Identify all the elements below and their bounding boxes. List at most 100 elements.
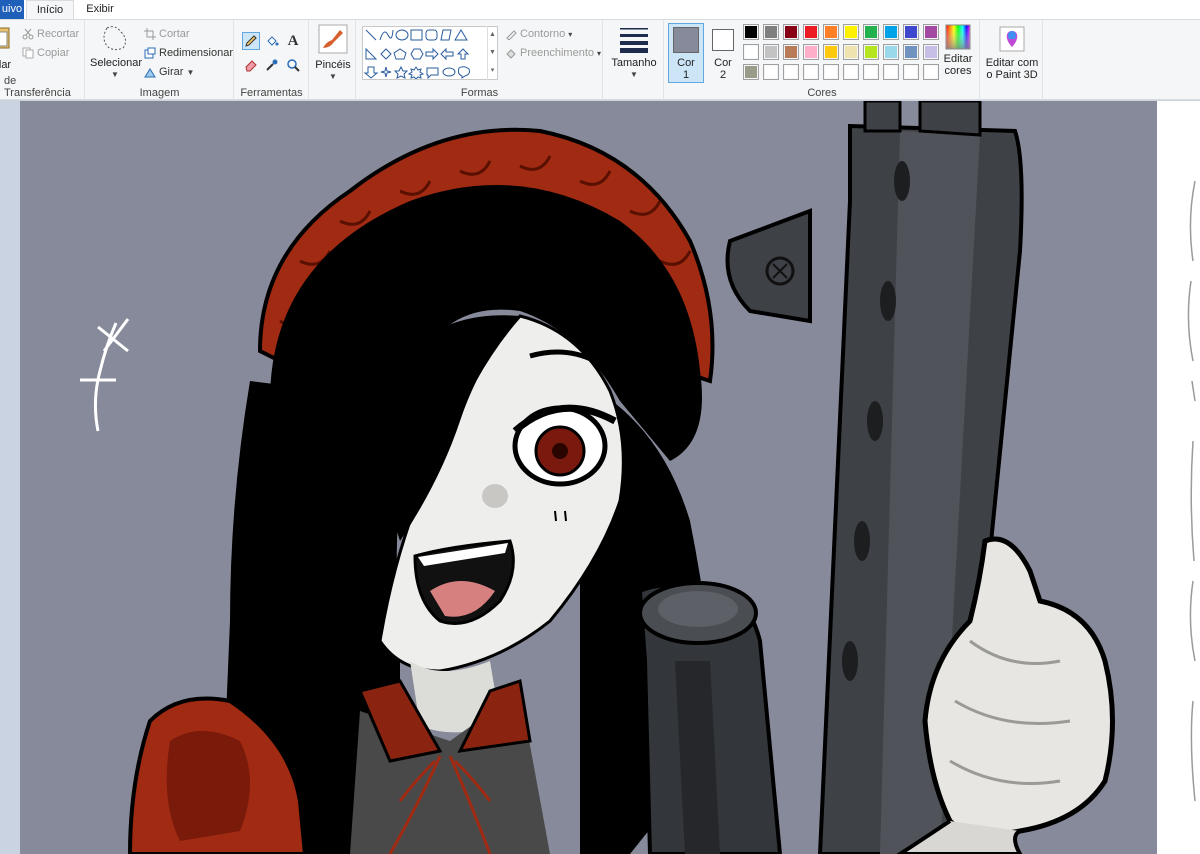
line-size-icon: [620, 28, 648, 53]
paste-button[interactable]: lar: [0, 26, 14, 71]
pencil-tool-icon[interactable]: [242, 32, 260, 50]
brushes-label: Pincéis: [315, 59, 351, 71]
palette-swatch-color: [845, 66, 857, 78]
palette-swatch-color: [765, 66, 777, 78]
palette-swatch[interactable]: [783, 44, 799, 60]
palette-swatch[interactable]: [923, 44, 939, 60]
palette-swatch-color: [885, 26, 897, 38]
palette-swatch[interactable]: [743, 44, 759, 60]
palette-swatch[interactable]: [743, 24, 759, 40]
color2-label: Cor: [714, 57, 732, 69]
brushes-group: Pincéis ▼: [310, 20, 356, 100]
palette-swatch[interactable]: [803, 24, 819, 40]
cut-button[interactable]: Recortar: [22, 28, 79, 40]
palette-swatch[interactable]: [923, 24, 939, 40]
palette-swatch[interactable]: [863, 24, 879, 40]
crop-button[interactable]: Cortar: [144, 28, 190, 40]
palette-swatch-color: [805, 46, 817, 58]
secondary-canvas-edge: [1157, 101, 1200, 854]
palette-swatch[interactable]: [803, 44, 819, 60]
brushes-button[interactable]: Pincéis ▼: [314, 24, 352, 83]
palette-swatch-color: [785, 26, 797, 38]
color-picker-icon[interactable]: [263, 56, 281, 74]
size-group: Tamanho ▼: [604, 20, 664, 100]
edit-paint3d-button[interactable]: Editar com o Paint 3D: [983, 26, 1041, 81]
palette-swatch[interactable]: [903, 24, 919, 40]
fill-dropdown-icon[interactable]: ▾: [597, 49, 601, 58]
resize-button[interactable]: Redimensionar: [144, 47, 233, 59]
size-button[interactable]: Tamanho ▼: [610, 26, 658, 81]
tab-view[interactable]: Exibir: [78, 0, 122, 19]
palette-swatch[interactable]: [823, 44, 839, 60]
palette-swatch[interactable]: [883, 24, 899, 40]
palette-swatch[interactable]: [783, 24, 799, 40]
color2-button[interactable]: Cor 2: [707, 23, 739, 83]
palette-swatch[interactable]: [763, 64, 779, 80]
palette-swatch[interactable]: [863, 44, 879, 60]
palette-swatch-color: [745, 66, 757, 78]
palette-swatch[interactable]: [903, 64, 919, 80]
colors-group-label: Cores: [807, 87, 837, 99]
scissors-icon: [22, 28, 34, 40]
color1-swatch: [673, 27, 699, 53]
palette-swatch[interactable]: [883, 64, 899, 80]
eraser-icon[interactable]: [242, 56, 260, 74]
palette-swatch[interactable]: [883, 44, 899, 60]
tab-home[interactable]: Início: [26, 0, 74, 20]
palette-swatch-color: [805, 66, 817, 78]
palette-swatch-color: [865, 66, 877, 78]
palette-swatch[interactable]: [823, 64, 839, 80]
copy-button[interactable]: Copiar: [22, 47, 69, 59]
palette-swatch[interactable]: [843, 44, 859, 60]
tab-file[interactable]: uivo: [0, 0, 24, 19]
paint3d-icon: [999, 26, 1025, 52]
palette-swatch[interactable]: [923, 64, 939, 80]
palette-swatch-color: [925, 66, 937, 78]
crop-label: Cortar: [159, 28, 190, 40]
outline-dropdown-icon[interactable]: ▾: [568, 30, 572, 39]
palette-swatch-color: [905, 26, 917, 38]
outline-button[interactable]: Contorno ▾: [505, 28, 572, 40]
palette-swatch-color: [865, 26, 877, 38]
palette-swatch-color: [885, 66, 897, 78]
palette-swatch[interactable]: [823, 24, 839, 40]
palette-swatch-color: [905, 46, 917, 58]
fill-bucket-icon[interactable]: [263, 32, 281, 50]
palette-swatch[interactable]: [843, 64, 859, 80]
palette-swatch[interactable]: [803, 64, 819, 80]
brushes-dropdown-icon[interactable]: ▼: [314, 71, 352, 83]
select-button[interactable]: Selecionar ▼: [90, 24, 142, 81]
size-dropdown-icon[interactable]: ▼: [610, 69, 658, 81]
outline-icon: [506, 30, 517, 40]
shapes-gallery[interactable]: [362, 26, 498, 80]
shapes-group-label: Formas: [460, 87, 499, 99]
clipboard-group-label: de Transferência: [4, 75, 71, 99]
paint3d-group: Editar com o Paint 3D: [981, 20, 1043, 100]
palette-swatch-color: [825, 26, 837, 38]
drawing-canvas[interactable]: [20, 101, 1157, 854]
palette-swatch[interactable]: [763, 44, 779, 60]
color2-swatch: [712, 29, 734, 51]
color1-button[interactable]: Cor 1: [668, 23, 704, 83]
shapes-scroll[interactable]: ▲ ▼ ▾: [487, 26, 497, 80]
palette-swatch[interactable]: [863, 64, 879, 80]
palette-swatch-color: [765, 26, 777, 38]
palette-swatch[interactable]: [783, 64, 799, 80]
palette-swatch[interactable]: [763, 24, 779, 40]
palette-swatch[interactable]: [903, 44, 919, 60]
copy-icon: [22, 47, 34, 59]
select-dropdown-icon[interactable]: ▼: [90, 69, 140, 81]
palette-swatch[interactable]: [743, 64, 759, 80]
text-tool-icon[interactable]: A: [284, 32, 302, 50]
paste-label: lar: [0, 59, 12, 71]
rotate-button[interactable]: Girar ▼: [144, 66, 194, 78]
edit-colors-button[interactable]: Editar cores: [938, 24, 978, 77]
palette-swatch[interactable]: [843, 24, 859, 40]
paint3d-label-2: o Paint 3D: [986, 69, 1038, 81]
palette-swatch-color: [765, 46, 777, 58]
magnifier-icon[interactable]: [284, 56, 302, 74]
image-group: Selecionar ▼ Cortar Redimensionar Girar …: [86, 20, 234, 100]
artwork: [80, 101, 1115, 854]
fill-button[interactable]: Preenchimento ▾: [505, 47, 601, 59]
rotate-dropdown-icon[interactable]: ▼: [186, 68, 194, 77]
